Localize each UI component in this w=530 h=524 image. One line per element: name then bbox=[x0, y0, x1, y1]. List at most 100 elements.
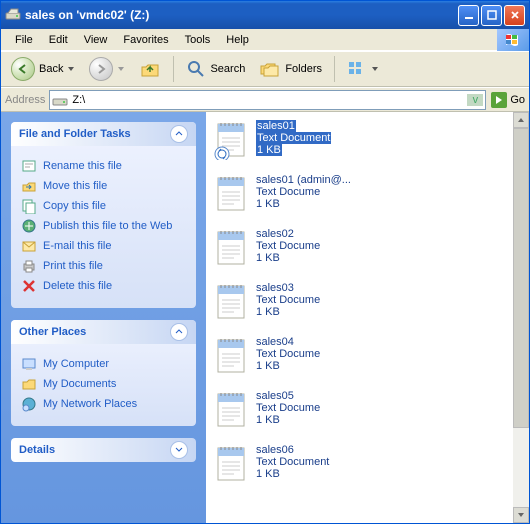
file-name: sales03 bbox=[256, 282, 294, 294]
file-type: Text Docume bbox=[256, 348, 320, 360]
panel-other-places: Other Places My Computer My Documents My N… bbox=[11, 320, 196, 426]
menubar: File Edit View Favorites Tools Help bbox=[1, 29, 529, 51]
go-label: Go bbox=[510, 94, 525, 106]
file-meta: sales02Text Docume1 KB bbox=[256, 228, 320, 264]
task-item[interactable]: Delete this file bbox=[21, 278, 186, 294]
place-item[interactable]: My Network Places bbox=[21, 396, 186, 412]
panel-header[interactable]: Details bbox=[11, 438, 196, 462]
task-item[interactable]: E-mail this file bbox=[21, 238, 186, 254]
forward-button[interactable] bbox=[83, 55, 131, 83]
task-item[interactable]: Copy this file bbox=[21, 198, 186, 214]
network-icon bbox=[21, 396, 37, 412]
file-meta: sales06Text Document1 KB bbox=[256, 444, 329, 480]
menu-file[interactable]: File bbox=[7, 32, 41, 48]
menu-edit[interactable]: Edit bbox=[41, 32, 76, 48]
drive-icon bbox=[52, 92, 68, 108]
file-item[interactable]: sales04Text Docume1 KB bbox=[212, 336, 523, 376]
scroll-thumb[interactable] bbox=[513, 128, 529, 428]
file-item[interactable]: sales01 (admin@...Text Docume1 KB bbox=[212, 174, 523, 214]
back-icon bbox=[11, 57, 35, 81]
collapse-icon[interactable] bbox=[170, 125, 188, 143]
search-label: Search bbox=[210, 63, 245, 75]
maximize-button[interactable] bbox=[481, 5, 502, 26]
menu-help[interactable]: Help bbox=[218, 32, 257, 48]
back-button[interactable]: Back bbox=[5, 55, 81, 83]
text-file-icon bbox=[212, 120, 248, 160]
mycomputer-icon bbox=[21, 356, 37, 372]
address-label: Address bbox=[5, 94, 49, 106]
file-size: 1 KB bbox=[256, 306, 280, 318]
file-type: Text Docume bbox=[256, 240, 320, 252]
print-icon bbox=[21, 258, 37, 274]
search-button[interactable]: Search bbox=[180, 57, 251, 81]
views-icon bbox=[347, 60, 367, 78]
task-label: Rename this file bbox=[43, 160, 122, 172]
address-dropdown-icon[interactable]: v bbox=[467, 94, 483, 106]
file-item[interactable]: sales06Text Document1 KB bbox=[212, 444, 523, 484]
file-name: sales01 (admin@... bbox=[256, 174, 351, 186]
task-item[interactable]: Move this file bbox=[21, 178, 186, 194]
file-size: 1 KB bbox=[256, 198, 280, 210]
back-label: Back bbox=[39, 63, 63, 75]
minimize-button[interactable] bbox=[458, 5, 479, 26]
scroll-down-button[interactable] bbox=[513, 507, 529, 523]
text-file-icon bbox=[212, 336, 248, 376]
file-size: 1 KB bbox=[256, 414, 280, 426]
file-item[interactable]: sales02Text Docume1 KB bbox=[212, 228, 523, 268]
go-button[interactable]: Go bbox=[490, 91, 525, 109]
explorer-window: sales on 'vmdc02' (Z:) File Edit View Fa… bbox=[0, 0, 530, 524]
file-meta: sales05Text Docume1 KB bbox=[256, 390, 320, 426]
folders-button[interactable]: Folders bbox=[253, 57, 328, 81]
panel-header[interactable]: Other Places bbox=[11, 320, 196, 344]
file-type: Text Document bbox=[256, 456, 329, 468]
place-label: My Network Places bbox=[43, 398, 137, 410]
place-item[interactable]: My Documents bbox=[21, 376, 186, 392]
panel-header[interactable]: File and Folder Tasks bbox=[11, 122, 196, 146]
address-field[interactable]: Z:\ v bbox=[49, 90, 486, 110]
file-type: Text Docume bbox=[256, 186, 320, 198]
file-meta: sales04Text Docume1 KB bbox=[256, 336, 320, 372]
place-item[interactable]: My Computer bbox=[21, 356, 186, 372]
folder-up-icon bbox=[139, 58, 161, 80]
file-item[interactable]: sales03Text Docume1 KB bbox=[212, 282, 523, 322]
file-meta: sales01Text Document1 KB bbox=[256, 120, 331, 156]
views-button[interactable] bbox=[341, 58, 385, 80]
mydocs-icon bbox=[21, 376, 37, 392]
task-item[interactable]: Publish this file to the Web bbox=[21, 218, 186, 234]
address-value: Z:\ bbox=[72, 94, 467, 106]
task-item[interactable]: Rename this file bbox=[21, 158, 186, 174]
panel-title: File and Folder Tasks bbox=[19, 128, 131, 140]
panel-details: Details bbox=[11, 438, 196, 462]
windows-flag-icon bbox=[497, 29, 529, 51]
up-button[interactable] bbox=[133, 56, 167, 82]
file-name: sales06 bbox=[256, 444, 294, 456]
collapse-icon[interactable] bbox=[170, 323, 188, 341]
file-item[interactable]: sales05Text Docume1 KB bbox=[212, 390, 523, 430]
scroll-up-button[interactable] bbox=[513, 112, 529, 128]
vertical-scrollbar[interactable] bbox=[513, 112, 529, 523]
file-type: Text Docume bbox=[256, 402, 320, 414]
task-item[interactable]: Print this file bbox=[21, 258, 186, 274]
go-icon bbox=[490, 91, 508, 109]
file-type: Text Docume bbox=[256, 294, 320, 306]
menu-favorites[interactable]: Favorites bbox=[115, 32, 176, 48]
titlebar[interactable]: sales on 'vmdc02' (Z:) bbox=[1, 1, 529, 29]
file-name: sales05 bbox=[256, 390, 294, 402]
close-button[interactable] bbox=[504, 5, 525, 26]
file-name: sales01 bbox=[256, 120, 296, 132]
task-label: Move this file bbox=[43, 180, 107, 192]
file-item[interactable]: sales01Text Document1 KB bbox=[212, 120, 523, 160]
dropdown-icon bbox=[117, 65, 125, 73]
file-list[interactable]: sales01Text Document1 KBsales01 (admin@.… bbox=[206, 112, 529, 523]
text-file-icon bbox=[212, 174, 248, 214]
dropdown-icon bbox=[67, 65, 75, 73]
file-meta: sales03Text Docume1 KB bbox=[256, 282, 320, 318]
copy-icon bbox=[21, 198, 37, 214]
email-icon bbox=[21, 238, 37, 254]
publish-icon bbox=[21, 218, 37, 234]
expand-icon[interactable] bbox=[170, 441, 188, 459]
menu-tools[interactable]: Tools bbox=[177, 32, 219, 48]
menu-view[interactable]: View bbox=[76, 32, 116, 48]
file-size: 1 KB bbox=[256, 144, 282, 156]
folders-icon bbox=[259, 59, 281, 79]
